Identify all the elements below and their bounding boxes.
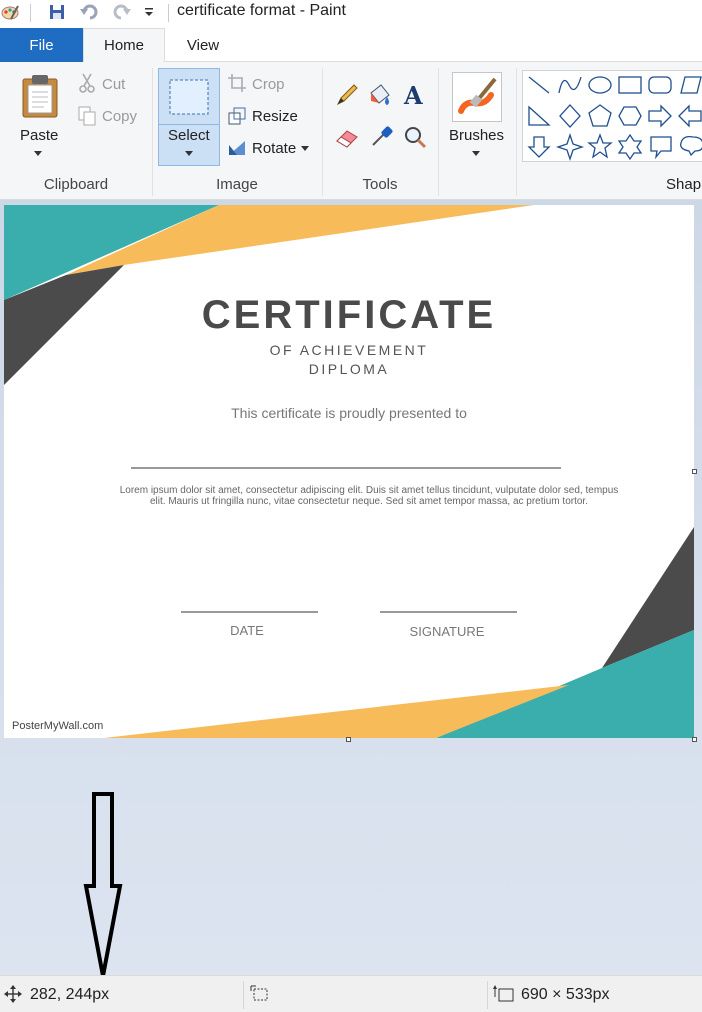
customize-quick-access-icon[interactable] [139, 2, 159, 22]
certificate-subtitle: OF ACHIEVEMENT [269, 342, 429, 358]
rotate-button[interactable]: Rotate [252, 140, 296, 157]
resize-handle-right[interactable] [692, 469, 697, 474]
cut-button[interactable]: Cut [102, 76, 125, 93]
diamond-shape-icon[interactable] [559, 104, 581, 128]
six-point-star-shape-icon[interactable] [617, 133, 643, 161]
selection-size-icon [249, 984, 271, 1004]
rotate-dropdown-icon[interactable] [300, 144, 310, 152]
four-point-star-shape-icon[interactable] [555, 132, 585, 162]
certificate-title: CERTIFICATE [201, 293, 497, 337]
group-separator [516, 68, 517, 196]
resize-icon[interactable] [226, 105, 248, 127]
right-arrow-shape-icon[interactable] [648, 104, 672, 128]
shapes-group-label: Shap [666, 176, 702, 193]
svg-text:A: A [403, 83, 423, 107]
cursor-position-text: 282, 244px [30, 986, 110, 1003]
image-size-icon [492, 984, 516, 1004]
certificate-decoration [4, 205, 694, 738]
tools-group-label: Tools [362, 176, 398, 193]
group-separator [438, 68, 439, 196]
tab-file[interactable]: File [0, 28, 83, 62]
tab-home[interactable]: Home [83, 28, 165, 62]
pencil-icon[interactable] [334, 82, 360, 108]
paste-button[interactable]: Paste [20, 127, 58, 144]
presented-to-text: This certificate is proudly presented to [231, 405, 467, 421]
copy-icon [76, 105, 98, 127]
select-split-line [158, 124, 220, 125]
left-arrow-shape-icon[interactable] [678, 104, 702, 128]
select-label: Select [168, 127, 210, 144]
triangle-shape-icon[interactable] [528, 105, 551, 126]
text-icon[interactable]: A [400, 82, 428, 108]
color-picker-icon[interactable] [368, 124, 394, 150]
copy-button[interactable]: Copy [102, 108, 137, 125]
rectangle-shape-icon[interactable] [618, 76, 642, 94]
oval-callout-shape-icon[interactable] [680, 135, 702, 157]
paste-icon[interactable] [18, 72, 62, 120]
brushes-dropdown-icon[interactable] [471, 148, 481, 158]
rounded-rectangle-shape-icon[interactable] [648, 76, 672, 94]
line-shape-icon[interactable] [528, 76, 550, 94]
save-icon[interactable] [47, 2, 67, 22]
image-size-text: 690 × 533px [521, 986, 610, 1003]
watermark-text: PosterMyWall.com [12, 720, 104, 732]
select-dropdown-icon[interactable] [184, 149, 194, 157]
signature-line [380, 611, 517, 613]
status-bar: 282, 244px 690 × 533px [0, 975, 702, 1012]
brushes-button[interactable]: Brushes [449, 127, 504, 144]
cursor-position-icon [3, 984, 23, 1004]
toolbar-separator [30, 4, 31, 22]
resize-handle-corner[interactable] [692, 737, 697, 742]
ribbon: Paste Cut Copy Clipboard Select Crop Res… [0, 62, 702, 200]
oval-shape-icon[interactable] [588, 76, 612, 94]
recipient-name-line [131, 467, 561, 469]
curve-shape-icon[interactable] [558, 76, 582, 94]
eraser-icon[interactable] [334, 124, 360, 150]
select-rectangle-icon [167, 77, 211, 117]
status-separator [243, 981, 244, 1009]
ribbon-tabs: File Home View [0, 25, 702, 62]
certificate-subtitle-diploma: DIPLOMA [308, 361, 390, 377]
resize-button[interactable]: Resize [252, 108, 298, 125]
redo-icon[interactable] [111, 2, 131, 22]
tab-view[interactable]: View [165, 28, 241, 62]
shapes-gallery [522, 70, 702, 162]
five-point-star-shape-icon[interactable] [587, 133, 613, 159]
undo-icon[interactable] [80, 2, 100, 22]
image-group-label: Image [216, 176, 258, 193]
window-title: certificate format - Paint [177, 2, 346, 19]
status-separator [487, 981, 488, 1009]
date-line [181, 611, 318, 613]
magnifier-icon[interactable] [402, 124, 428, 150]
resize-handle-bottom[interactable] [346, 737, 351, 742]
certificate-body-text: Lorem ipsum dolor sit amet, consectetur … [119, 485, 619, 507]
paint-app-icon[interactable] [0, 2, 20, 22]
crop-button[interactable]: Crop [252, 76, 285, 93]
fill-with-color-icon[interactable] [366, 82, 394, 108]
select-button[interactable]: Select [158, 68, 220, 166]
pentagon-shape-icon[interactable] [588, 104, 612, 127]
date-label: DATE [230, 623, 264, 638]
down-arrow-shape-icon[interactable] [527, 136, 551, 158]
crop-icon [226, 72, 248, 94]
rotate-icon[interactable] [226, 137, 248, 159]
signature-label: SIGNATURE [409, 624, 485, 639]
cut-icon [76, 72, 98, 94]
polygon-shape-icon[interactable] [680, 76, 702, 94]
clipboard-group-label: Clipboard [43, 176, 109, 193]
image-canvas[interactable]: CERTIFICATE OF ACHIEVEMENT DIPLOMA This … [4, 205, 694, 738]
rounded-callout-shape-icon[interactable] [650, 136, 672, 160]
title-separator [168, 4, 169, 22]
title-bar: certificate format - Paint [0, 0, 702, 25]
brushes-icon[interactable] [452, 72, 502, 122]
annotation-down-arrow [83, 792, 123, 977]
hexagon-shape-icon[interactable] [618, 106, 642, 126]
paste-dropdown-icon[interactable] [32, 148, 44, 158]
